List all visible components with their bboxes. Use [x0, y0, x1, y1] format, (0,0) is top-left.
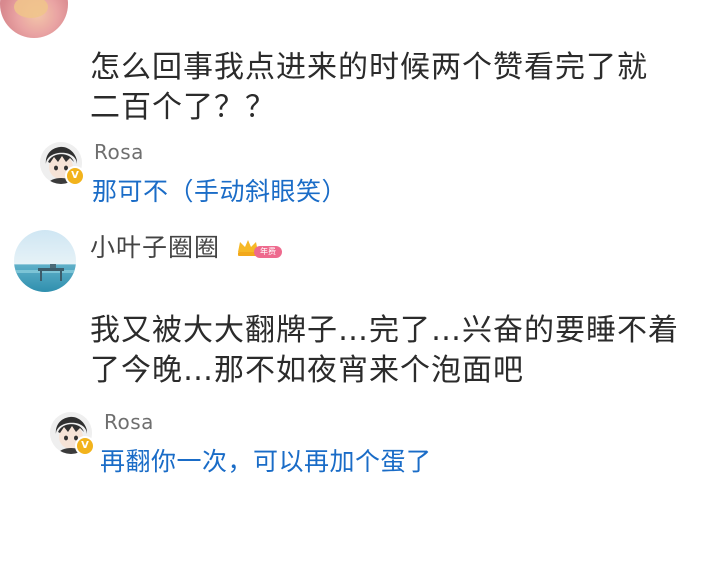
- reply-1-username[interactable]: Rosa: [94, 140, 144, 164]
- verified-v-icon: V: [75, 436, 95, 456]
- comment-2-line-2: 了今晚…那不如夜宵来个泡面吧: [90, 353, 524, 388]
- comment-2-username[interactable]: 小叶子圈圈: [90, 228, 220, 264]
- reply-2-text[interactable]: 再翻你一次，可以再加个蛋了: [100, 442, 432, 478]
- member-badge: 年费: [236, 238, 284, 260]
- avatar-partial[interactable]: [0, 0, 68, 38]
- member-badge-label: 年费: [260, 247, 276, 256]
- comment-1-line-1: 怎么回事我点进来的时候两个赞看完了就: [90, 50, 648, 85]
- reply-2-username[interactable]: Rosa: [104, 410, 154, 434]
- comment-1-text: 怎么回事我点进来的时候两个赞看完了就 二百个了？？: [90, 48, 648, 128]
- comment-2-line-1: 我又被大大翻牌子…完了…兴奋的要睡不着: [90, 313, 679, 348]
- verified-v-icon: V: [65, 166, 85, 186]
- comment-1-line-2: 二百个了？？: [90, 90, 276, 125]
- comment-2-text: 我又被大大翻牌子…完了…兴奋的要睡不着 了今晚…那不如夜宵来个泡面吧: [90, 311, 679, 391]
- reply-1-text[interactable]: 那可不（手动斜眼笑）: [92, 172, 347, 208]
- comment-2-avatar[interactable]: [14, 230, 76, 292]
